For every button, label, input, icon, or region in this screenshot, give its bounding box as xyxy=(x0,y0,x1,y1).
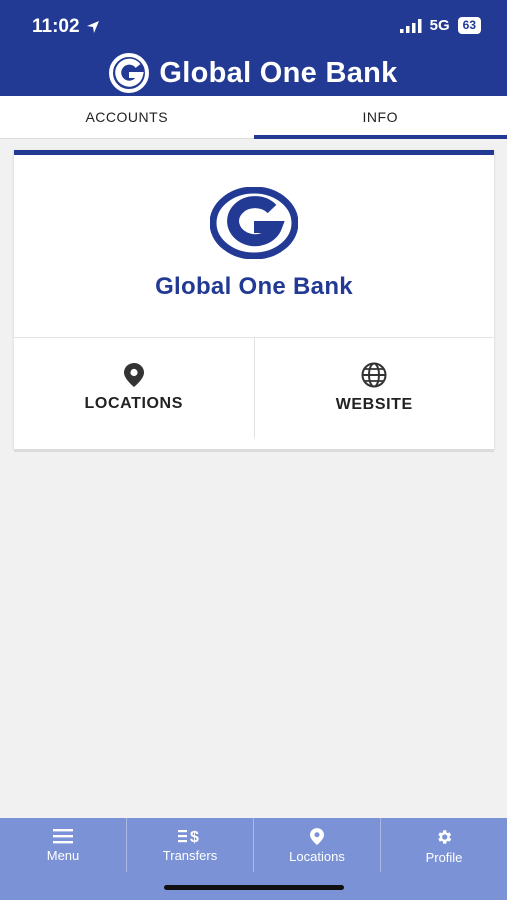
nav-transfers-label: Transfers xyxy=(162,848,218,863)
network-type: 5G xyxy=(429,17,450,34)
nav-locations-label: Locations xyxy=(289,849,345,864)
card-actions: LOCATIONS WEBSITE xyxy=(14,338,494,438)
status-time: 11:02 xyxy=(32,16,80,37)
nav-profile-label: Profile xyxy=(425,850,463,865)
menu-icon xyxy=(53,829,73,844)
website-button[interactable]: WEBSITE xyxy=(253,338,495,438)
info-card: Global One Bank LOCATIONS WEBSITE xyxy=(14,150,494,449)
tab-info[interactable]: INFO xyxy=(253,96,507,139)
svg-text:$: $ xyxy=(190,829,199,844)
nav-locations[interactable]: Locations xyxy=(253,818,380,872)
app-header: 11:02 5G 63 Global One Bank xyxy=(0,0,507,96)
nav-profile[interactable]: Profile xyxy=(380,818,507,872)
locations-label: LOCATIONS xyxy=(84,395,183,412)
header-brand: Global One Bank xyxy=(0,53,507,93)
website-label: WEBSITE xyxy=(335,396,413,413)
nav-transfers[interactable]: $ Transfers xyxy=(126,818,253,872)
location-arrow-icon xyxy=(86,21,99,33)
tab-accounts[interactable]: ACCOUNTS xyxy=(0,96,254,138)
tab-bar: ACCOUNTS INFO xyxy=(0,96,507,139)
signal-icon xyxy=(399,18,422,33)
nav-menu[interactable]: Menu xyxy=(0,818,126,872)
gear-icon xyxy=(438,830,452,844)
bank-logo-icon xyxy=(210,187,298,259)
status-bar: 11:02 5G 63 xyxy=(0,0,507,52)
card-brand-name: Global One Bank xyxy=(155,273,353,300)
locations-button[interactable]: LOCATIONS xyxy=(14,338,254,438)
map-pin-icon xyxy=(123,363,144,387)
battery-indicator: 63 xyxy=(457,17,481,34)
bank-logo-icon xyxy=(109,53,150,93)
tab-info-label: INFO xyxy=(362,109,398,125)
tab-accounts-label: ACCOUNTS xyxy=(85,109,169,125)
card-logo-area: Global One Bank xyxy=(14,155,494,338)
home-indicator[interactable] xyxy=(164,885,344,890)
map-pin-icon xyxy=(310,828,324,845)
transfers-icon: $ xyxy=(178,829,199,844)
nav-menu-label: Menu xyxy=(46,848,80,863)
header-title: Global One Bank xyxy=(159,56,398,89)
globe-icon xyxy=(361,362,387,388)
